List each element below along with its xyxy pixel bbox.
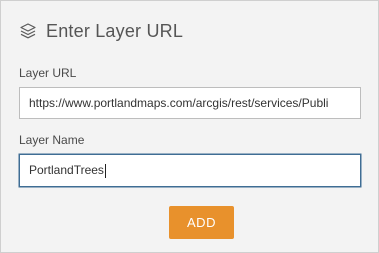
panel-header: Enter Layer URL (19, 18, 183, 44)
dialog-title: Enter Layer URL (46, 20, 184, 41)
layer-url-label: Layer URL (19, 66, 77, 80)
add-button[interactable]: ADD (169, 206, 234, 239)
layer-name-value: PortlandTrees (29, 163, 104, 177)
text-caret (104, 163, 106, 178)
enter-layer-url-panel: Enter Layer URL Layer URL https://www.po… (0, 0, 379, 253)
layer-url-value: https://www.portlandmaps.com/arcgis/rest… (29, 96, 329, 110)
layer-name-input[interactable]: PortlandTrees (19, 154, 361, 187)
layer-url-input[interactable]: https://www.portlandmaps.com/arcgis/rest… (19, 87, 361, 119)
layer-name-label: Layer Name (19, 133, 85, 147)
layers-icon (19, 22, 37, 40)
